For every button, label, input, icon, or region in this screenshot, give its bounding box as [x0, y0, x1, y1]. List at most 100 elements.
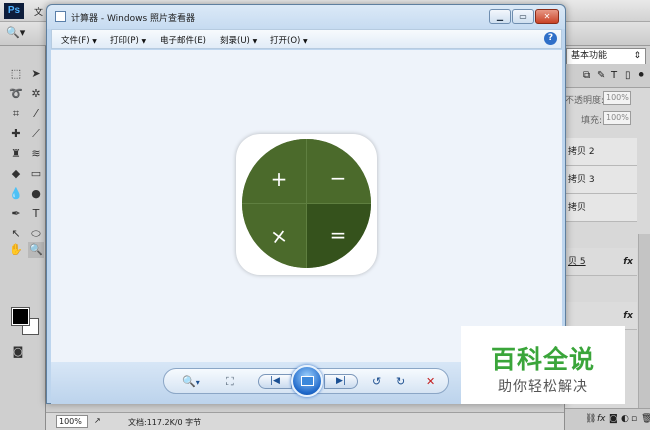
pen-tool-icon[interactable]: ✒ — [8, 206, 24, 222]
layer-row[interactable]: 拷贝 2 — [565, 138, 637, 166]
eyedropper-icon[interactable]: ⁄ — [28, 106, 44, 122]
lock-transparent-icon[interactable]: ⧉ — [583, 70, 590, 81]
shape-tool-icon[interactable]: ⬭ — [28, 226, 44, 242]
workspace-select[interactable]: 基本功能 ⇕ — [566, 48, 646, 65]
menu-open[interactable]: 打开(O) ▼ — [270, 34, 308, 46]
chevron-down-icon: ▼ — [303, 38, 308, 45]
actual-size-icon[interactable]: ⛶ — [226, 374, 234, 390]
fx-icon[interactable]: fx — [597, 414, 606, 424]
chevron-down-icon: ▾ — [195, 378, 200, 387]
eraser-tool-icon[interactable]: ◆ — [8, 166, 24, 182]
mask-icon[interactable]: ◙ — [609, 414, 618, 424]
zoom-level-field[interactable]: 100% — [56, 415, 88, 428]
lasso-tool-icon[interactable]: ➰ — [8, 86, 24, 102]
viewer-menubar: 文件(F) ▼ 打印(P) ▼ 电子邮件(E) 刻录(U) ▼ 打开(O) ▼ … — [51, 29, 562, 49]
help-icon[interactable]: ? — [544, 32, 557, 45]
controls-pill: 🔍▾ ⛶ |◀ ▶| ↺ ↻ ✕ — [163, 365, 449, 397]
export-icon[interactable]: ↗ — [94, 416, 101, 425]
zoom-icon[interactable]: 🔍▾ — [182, 374, 200, 391]
lock-position-icon[interactable]: T — [611, 70, 617, 81]
path-select-icon[interactable]: ↖ — [8, 226, 24, 242]
menu-burn[interactable]: 刻录(U) ▼ — [220, 34, 257, 46]
opacity-label: 不透明度: — [565, 96, 605, 106]
plus-symbol: + — [270, 167, 288, 191]
hand-tool-icon[interactable]: ✋ — [8, 242, 24, 258]
layer-name: 拷贝 2 — [568, 147, 595, 157]
layer-name: 贝 5 — [568, 257, 586, 267]
chevron-down-icon: ▼ — [252, 38, 258, 45]
ps-status-bar: 100% ↗ 文档:117.2K/0 字节 — [46, 412, 564, 430]
panel-menu-icon[interactable]: ⚫ — [637, 70, 645, 81]
document-size[interactable]: 文档:117.2K/0 字节 — [128, 417, 201, 428]
dodge-tool-icon[interactable]: ● — [28, 186, 44, 202]
panel-lock-icons: ⧉ ✎ T ▯ ⚫ — [565, 64, 650, 88]
watermark-title: 百科全说 — [490, 345, 595, 374]
quick-mask-icon[interactable]: ◙ — [10, 344, 26, 360]
chevron-down-icon: ▼ — [141, 38, 147, 45]
history-brush-icon[interactable]: ≋ — [28, 146, 44, 162]
window-title: 计算器 - Windows 照片查看器 — [71, 14, 196, 24]
opacity-row: 不透明度: 100% — [565, 90, 650, 108]
menu-email[interactable]: 电子邮件(E) — [160, 34, 206, 46]
ps-menu-file[interactable]: 文 — [34, 5, 43, 18]
close-button[interactable]: ✕ — [535, 9, 559, 24]
type-tool-icon[interactable]: T — [28, 206, 44, 222]
slideshow-icon — [301, 376, 314, 386]
menu-print[interactable]: 打印(P) ▼ — [110, 34, 146, 46]
watermark-subtitle: 助你轻松解决 — [498, 379, 588, 395]
ps-toolbox: ⬚ ➤ ➰ ✲ ⌗ ⁄ ✚ ⟋ ♜ ≋ ◆ ▭ 💧 ● ✒ T ↖ ⬭ ✋ 🔍 … — [0, 46, 46, 430]
title-bar[interactable]: 计算器 - Windows 照片查看器 ▁ ▭ ✕ — [47, 5, 565, 29]
layer-name: 拷贝 3 — [568, 175, 595, 185]
gradient-tool-icon[interactable]: ▭ — [28, 166, 44, 182]
fill-row: 填充: 100% — [565, 110, 650, 128]
link-layers-icon[interactable]: ⛓ — [585, 414, 596, 424]
calculator-circle: + − × = — [242, 139, 371, 268]
stamp-tool-icon[interactable]: ♜ — [8, 146, 24, 162]
layer-row[interactable]: 拷贝 3 — [565, 166, 637, 194]
layer-row[interactable]: 贝 5 fx — [565, 248, 637, 276]
panel-scrollbar[interactable] — [638, 234, 650, 430]
panel-bottom-bar: ⛓ fx ◙ ◐ ▫ 🗑 — [565, 408, 650, 430]
brush-tool-icon[interactable]: ⟋ — [28, 126, 44, 142]
window-controls: ▁ ▭ ✕ — [479, 9, 559, 25]
minus-symbol: − — [329, 166, 347, 190]
fx-icon[interactable]: fx — [623, 248, 633, 276]
healing-brush-icon[interactable]: ✚ — [8, 126, 24, 142]
magic-wand-icon[interactable]: ✲ — [28, 86, 44, 102]
maximize-button[interactable]: ▭ — [512, 9, 534, 24]
minimize-button[interactable]: ▁ — [489, 9, 511, 24]
workspace-label: 基本功能 — [571, 51, 608, 61]
fill-label: 填充: — [581, 116, 603, 126]
previous-button[interactable]: |◀ — [258, 374, 292, 389]
fill-field[interactable]: 100% — [603, 111, 631, 125]
opacity-field[interactable]: 100% — [603, 91, 631, 105]
layer-row[interactable]: 拷贝 — [565, 194, 637, 222]
new-layer-icon[interactable]: ▫ — [631, 414, 637, 424]
lock-move-icon[interactable]: ▯ — [625, 70, 631, 81]
next-button[interactable]: ▶| — [324, 374, 358, 389]
foreground-color-swatch[interactable] — [11, 307, 30, 326]
rotate-ccw-icon[interactable]: ↺ — [372, 374, 381, 390]
delete-icon[interactable]: ✕ — [426, 374, 435, 390]
zoom-tool-icon[interactable]: 🔍 — [28, 242, 44, 258]
slideshow-button[interactable] — [291, 365, 323, 397]
photoshop-logo: Ps — [4, 3, 24, 19]
adjustment-icon[interactable]: ◐ — [621, 414, 629, 424]
multiply-symbol: × — [269, 222, 289, 250]
rotate-cw-icon[interactable]: ↻ — [396, 374, 405, 390]
calculator-app-icon: + − × = — [236, 134, 377, 275]
crop-tool-icon[interactable]: ⌗ — [8, 106, 24, 122]
trash-icon[interactable]: 🗑 — [641, 414, 650, 424]
lock-image-icon[interactable]: ✎ — [597, 70, 605, 81]
chevron-down-icon: ▼ — [92, 38, 97, 45]
layer-name: 拷贝 — [568, 203, 587, 213]
move-tool-icon[interactable]: ➤ — [28, 66, 44, 82]
menu-file[interactable]: 文件(F) ▼ — [61, 34, 97, 46]
chevron-down-icon: ⇕ — [633, 51, 641, 61]
equals-symbol: = — [329, 223, 347, 247]
divider-vertical — [306, 139, 307, 268]
magnifier-icon[interactable]: 🔍▾ — [6, 26, 36, 42]
marquee-tool-icon[interactable]: ⬚ — [8, 66, 24, 82]
blur-tool-icon[interactable]: 💧 — [8, 186, 24, 202]
image-canvas: + − × = — [51, 50, 562, 362]
